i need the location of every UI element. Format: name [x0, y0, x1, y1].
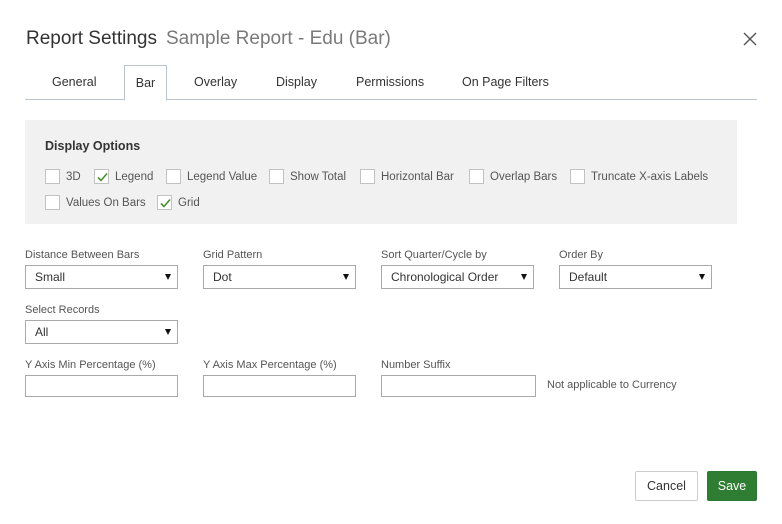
checkbox-box[interactable] — [269, 169, 284, 184]
dropdown-arrow-icon — [165, 274, 171, 280]
order-by-select[interactable]: Default — [559, 265, 712, 289]
sort-quarter-select[interactable]: Chronological Order — [381, 265, 534, 289]
dropdown-arrow-icon — [699, 274, 705, 280]
display-options-title: Display Options — [45, 139, 141, 153]
checkbox-box[interactable] — [469, 169, 484, 184]
number-suffix-note: Not applicable to Currency — [547, 379, 677, 391]
checkbox-box[interactable] — [360, 169, 375, 184]
checkbox-horizontal-bar[interactable]: Horizontal Bar — [360, 168, 454, 185]
checkbox-box[interactable] — [570, 169, 585, 184]
grid-pattern-select[interactable]: Dot — [203, 265, 356, 289]
checkbox-show-total[interactable]: Show Total — [269, 168, 346, 185]
checkbox-overlap-bars[interactable]: Overlap Bars — [469, 168, 557, 185]
select-value: Dot — [213, 270, 232, 284]
save-button[interactable]: Save — [707, 471, 757, 501]
distance-between-bars-select[interactable]: Small — [25, 265, 178, 289]
select-value: Chronological Order — [391, 270, 499, 284]
y-axis-min-label: Y Axis Min Percentage (%) — [25, 359, 156, 371]
y-axis-max-input[interactable] — [203, 375, 356, 397]
checkmark-icon — [97, 172, 108, 182]
distance-between-bars-label: Distance Between Bars — [25, 249, 140, 261]
dialog-header: Report Settings Sample Report - Edu (Bar… — [26, 28, 391, 52]
checkbox-grid[interactable]: Grid — [157, 194, 200, 211]
select-value: Default — [569, 270, 608, 284]
y-axis-min-input[interactable] — [25, 375, 178, 397]
checkbox-box[interactable] — [157, 195, 172, 210]
tab-on-page-filters[interactable]: On Page Filters — [462, 65, 549, 100]
y-axis-max-label: Y Axis Max Percentage (%) — [203, 359, 337, 371]
checkbox-legend-value[interactable]: Legend Value — [166, 168, 257, 185]
checkbox-label: Legend — [115, 170, 154, 183]
checkbox-label: Overlap Bars — [490, 170, 558, 183]
checkbox-label: Truncate X-axis Labels — [591, 170, 709, 183]
checkbox-label: Horizontal Bar — [381, 170, 454, 183]
select-value: Small — [35, 270, 66, 284]
close-icon[interactable] — [741, 30, 759, 48]
tab-general[interactable]: General — [52, 65, 96, 100]
report-name: Sample Report - Edu (Bar) — [165, 28, 391, 49]
tab-display[interactable]: Display — [276, 65, 317, 100]
grid-pattern-label: Grid Pattern — [203, 249, 263, 261]
checkbox-box[interactable] — [45, 169, 60, 184]
dropdown-arrow-icon — [521, 274, 527, 280]
checkbox-label: Show Total — [290, 170, 347, 183]
tab-overlay[interactable]: Overlay — [194, 65, 237, 100]
select-value: All — [35, 325, 49, 339]
tab-bar: General Bar Overlay Display Permissions … — [25, 65, 757, 101]
display-options-panel: Display Options 3D Legend Legend Value S… — [25, 120, 737, 224]
checkbox-box[interactable] — [45, 195, 60, 210]
number-suffix-label: Number Suffix — [381, 359, 451, 371]
checkbox-legend[interactable]: Legend — [94, 168, 153, 185]
tab-permissions[interactable]: Permissions — [356, 65, 424, 100]
tab-bar-settings[interactable]: Bar — [124, 65, 167, 101]
checkbox-3d[interactable]: 3D — [45, 168, 81, 185]
checkbox-box[interactable] — [94, 169, 109, 184]
select-records-select[interactable]: All — [25, 320, 178, 344]
checkbox-label: Values On Bars — [66, 196, 146, 209]
checkbox-label: Grid — [178, 196, 200, 209]
sort-quarter-label: Sort Quarter/Cycle by — [381, 249, 487, 261]
cancel-button[interactable]: Cancel — [635, 471, 698, 501]
checkbox-values-on-bars[interactable]: Values On Bars — [45, 194, 146, 211]
checkbox-box[interactable] — [166, 169, 181, 184]
dropdown-arrow-icon — [165, 329, 171, 335]
checkbox-truncate-x-axis-labels[interactable]: Truncate X-axis Labels — [570, 168, 708, 185]
number-suffix-input[interactable] — [381, 375, 536, 397]
order-by-label: Order By — [559, 249, 604, 261]
checkbox-label: Legend Value — [187, 170, 258, 183]
checkbox-label: 3D — [66, 170, 81, 183]
dropdown-arrow-icon — [343, 274, 349, 280]
select-records-label: Select Records — [25, 304, 100, 316]
dialog-title: Report Settings — [26, 28, 157, 49]
checkmark-icon — [160, 198, 171, 208]
